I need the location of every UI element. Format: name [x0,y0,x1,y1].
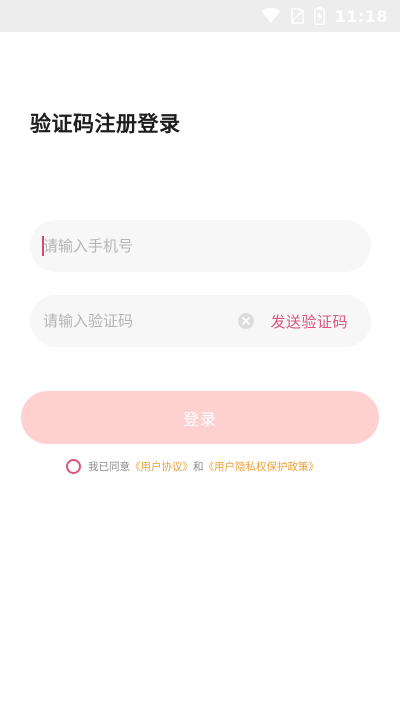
status-time: 11:18 [334,6,388,26]
clear-icon[interactable] [238,313,254,329]
agreement-conjunction: 和 [193,460,204,473]
agreement-checkbox[interactable] [66,458,81,474]
code-field-container: 发送验证码 [30,295,371,347]
page-title: 验证码注册登录 [30,112,181,136]
no-sim-icon [290,8,304,24]
login-screen: 11:18 验证码注册登录 发送验证码 登录 我已同意 《用户协议》 和 《用户… [0,0,400,711]
status-bar: 11:18 [0,0,400,32]
phone-field-container [30,220,371,272]
login-button[interactable]: 登录 [21,391,379,444]
wifi-icon [261,8,281,24]
privacy-policy-link[interactable]: 《用户隐私权保护政策》 [204,459,320,474]
phone-input[interactable] [30,220,363,272]
battery-charging-icon [313,7,325,25]
agreement-row: 我已同意 《用户协议》 和 《用户隐私权保护政策》 [66,456,319,476]
send-code-button[interactable]: 发送验证码 [270,295,348,347]
agreement-prefix: 我已同意 [88,460,130,473]
status-icons: 11:18 [261,7,388,26]
verification-code-input[interactable] [30,295,233,347]
user-agreement-link[interactable]: 《用户协议》 [130,459,193,474]
text-cursor [42,236,44,256]
